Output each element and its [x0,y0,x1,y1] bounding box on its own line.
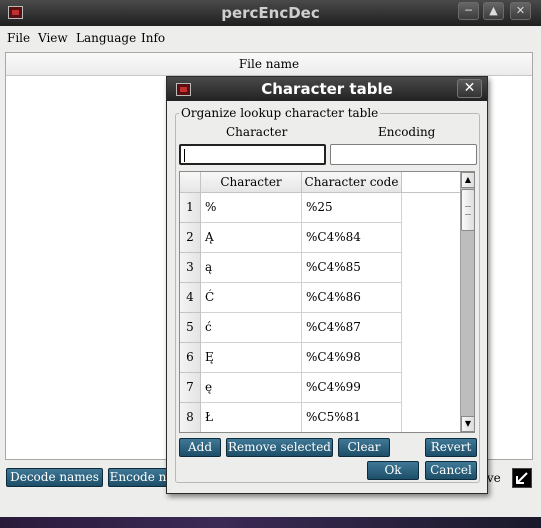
character-code-cell[interactable]: %C4%86 [302,283,402,313]
table-row[interactable]: 4 Ć %C4%86 [180,283,402,313]
taskbar-strip [0,517,541,528]
clear-button[interactable]: Clear [338,438,390,457]
table-row[interactable]: 6 Ę %C4%98 [180,343,402,373]
row-number[interactable]: 8 [180,403,201,432]
dialog-title: Character table [261,80,393,98]
table-row[interactable]: 8 Ł %C5%81 [180,403,402,432]
column-header-character-code[interactable]: Character code [302,172,402,193]
menu-view[interactable]: View [38,31,68,45]
row-number[interactable]: 4 [180,283,201,313]
table-row[interactable]: 7 ę %C4%99 [180,373,402,403]
table-vertical-scrollbar[interactable]: ▲ ▼ [460,172,474,432]
row-number[interactable]: 2 [180,223,201,253]
table-corner[interactable] [180,172,201,193]
file-name-column-header[interactable]: File name [6,53,532,76]
character-cell[interactable]: Ę [201,343,302,373]
column-header-character[interactable]: Character [201,172,302,193]
row-number[interactable]: 7 [180,373,201,403]
row-number[interactable]: 1 [180,193,201,223]
character-cell[interactable]: % [201,193,302,223]
character-code-cell[interactable]: %C4%87 [302,313,402,343]
character-cell[interactable]: Ą [201,223,302,253]
encoding-input[interactable] [330,144,477,165]
character-cell[interactable]: ą [201,253,302,283]
character-table-dialog: Character table ✕ Organize lookup charac… [166,76,488,494]
character-cell[interactable]: Ć [201,283,302,313]
character-code-cell[interactable]: %25 [302,193,402,223]
add-button[interactable]: Add [179,438,221,457]
row-number[interactable]: 5 [180,313,201,343]
remove-selected-button[interactable]: Remove selected [226,438,333,457]
character-code-cell[interactable]: %C4%98 [302,343,402,373]
table-row[interactable]: 5 ć %C4%87 [180,313,402,343]
character-code-cell[interactable]: %C4%84 [302,223,402,253]
scroll-down-icon[interactable]: ▼ [461,416,474,432]
encode-names-button[interactable]: Encode n [108,468,168,487]
scroll-up-icon[interactable]: ▲ [461,172,474,188]
minimize-icon[interactable]: ─ [458,2,479,20]
dialog-titlebar: Character table ✕ [167,77,487,101]
character-code-cell[interactable]: %C4%85 [302,253,402,283]
ok-button[interactable]: Ok [367,461,419,480]
group-title: Organize lookup character table [179,106,381,120]
character-cell[interactable]: Ł [201,403,302,432]
table-header-filler [402,172,460,193]
menu-bar: File View Language Info [0,28,541,48]
menu-language[interactable]: Language [76,31,136,45]
table-row[interactable]: 2 Ą %C4%84 [180,223,402,253]
character-cell[interactable]: ć [201,313,302,343]
close-icon[interactable]: ✕ [510,2,531,20]
character-code-cell[interactable]: %C5%81 [302,403,402,432]
dialog-close-icon[interactable]: ✕ [457,79,482,98]
decode-names-button[interactable]: Decode names [6,468,103,487]
table-row[interactable]: 3 ą %C4%85 [180,253,402,283]
menu-file[interactable]: File [7,31,30,45]
scroll-thumb[interactable] [461,189,474,231]
character-code-cell[interactable]: %C4%99 [302,373,402,403]
character-label: Character [226,125,288,139]
maximize-icon[interactable]: ▲ [483,2,504,20]
cancel-button[interactable]: Cancel [425,461,477,480]
character-cell[interactable]: ę [201,373,302,403]
main-window-titlebar: percEncDec ─ ▲ ✕ [0,0,541,26]
character-table[interactable]: Character Character code 1% %25 2 Ą %C4%84 3 ą… [179,171,475,433]
row-number[interactable]: 3 [180,253,201,283]
character-input[interactable] [179,144,326,165]
revert-button[interactable]: Revert [425,438,477,457]
resize-corner-icon[interactable] [512,468,532,488]
row-number[interactable]: 6 [180,343,201,373]
menu-info[interactable]: Info [141,31,165,45]
encoding-label: Encoding [378,125,436,139]
table-row[interactable]: 1% %25 [180,193,402,223]
